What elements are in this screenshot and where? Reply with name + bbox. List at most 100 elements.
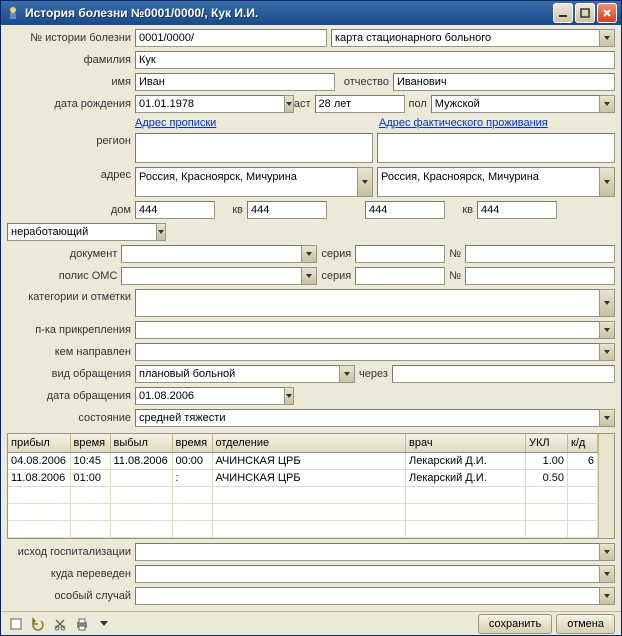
polis-seria-input[interactable] — [355, 267, 445, 285]
birth-date-dropdown-icon[interactable] — [284, 95, 294, 113]
table-cell: 6 — [568, 452, 598, 469]
patronymic-input[interactable] — [393, 73, 615, 91]
sex-dropdown-icon[interactable] — [599, 95, 615, 113]
grid-header[interactable]: выбыл — [110, 434, 172, 452]
visit-type-select[interactable] — [135, 365, 339, 383]
table-cell: 00:00 — [172, 452, 212, 469]
label-visit-type: вид обращения — [7, 368, 131, 380]
special-case-select[interactable] — [135, 587, 599, 605]
categories-input[interactable] — [135, 289, 599, 317]
address2-input[interactable]: Россия, Красноярск, Мичурина — [377, 167, 599, 197]
referred-by-dropdown-icon[interactable] — [599, 343, 615, 361]
label-surname: фамилия — [7, 54, 131, 66]
birth-date-input[interactable] — [135, 95, 284, 113]
undo-icon[interactable] — [29, 615, 47, 633]
grid-scrollbar[interactable] — [598, 434, 614, 538]
state-select[interactable] — [135, 409, 599, 427]
surname-input[interactable] — [135, 51, 615, 69]
employment-select[interactable] — [7, 223, 156, 241]
doc-seria-input[interactable] — [355, 245, 445, 263]
table-cell: 04.08.2006 — [8, 452, 70, 469]
maximize-button[interactable] — [575, 3, 595, 23]
history-no-input[interactable] — [135, 29, 327, 47]
document-dropdown-icon[interactable] — [301, 245, 317, 263]
visit-date-dropdown-icon[interactable] — [284, 387, 294, 405]
categories-dropdown-icon[interactable] — [599, 289, 615, 317]
close-button[interactable] — [597, 3, 617, 23]
label-house: дом — [7, 204, 131, 216]
polis-no-input[interactable] — [465, 267, 615, 285]
label-polis-no: № — [449, 270, 461, 282]
hosp-outcome-select[interactable] — [135, 543, 599, 561]
label-transferred: куда переведен — [7, 568, 131, 580]
visit-date-input[interactable] — [135, 387, 284, 405]
label-address: адрес — [7, 167, 131, 181]
transferred-select[interactable] — [135, 565, 599, 583]
window-title: История болезни №0001/0000/, Кук И.И. — [25, 6, 553, 20]
table-cell: АЧИНСКАЯ ЦРБ — [212, 469, 406, 486]
address1-input[interactable]: Россия, Красноярск, Мичурина — [135, 167, 357, 197]
special-case-dropdown-icon[interactable] — [599, 587, 615, 605]
table-row[interactable]: 04.08.200610:4511.08.200600:00АЧИНСКАЯ Ц… — [8, 452, 598, 469]
address1-dropdown-icon[interactable] — [357, 167, 373, 197]
doc-no-input[interactable] — [465, 245, 615, 263]
grid-header[interactable]: время — [70, 434, 110, 452]
house2-input[interactable] — [365, 201, 445, 219]
flat2-input[interactable] — [477, 201, 557, 219]
clinic-select[interactable] — [135, 321, 599, 339]
new-record-icon[interactable] — [7, 615, 25, 633]
grid-header[interactable]: УКЛ — [526, 434, 568, 452]
app-window: История болезни №0001/0000/, Кук И.И. № … — [0, 0, 622, 636]
card-type-select[interactable] — [331, 29, 599, 47]
expand-down-icon[interactable] — [95, 615, 113, 633]
form-content: № истории болезни фамилия имя отчество д… — [1, 25, 621, 611]
document-select[interactable] — [121, 245, 301, 263]
label-flat1: кв — [219, 204, 243, 216]
employment-dropdown-icon[interactable] — [156, 223, 166, 241]
referred-by-select[interactable] — [135, 343, 599, 361]
save-button[interactable]: сохранить — [478, 614, 552, 634]
region1-input[interactable] — [135, 133, 373, 163]
through-input[interactable] — [392, 365, 615, 383]
statusbar: сохранить отмена — [1, 611, 621, 635]
hosp-outcome-dropdown-icon[interactable] — [599, 543, 615, 561]
grid-header[interactable]: время — [172, 434, 212, 452]
label-doc-seria: серия — [321, 248, 351, 260]
age-input[interactable] — [315, 95, 405, 113]
cancel-button[interactable]: отмена — [556, 614, 615, 634]
table-cell: : — [172, 469, 212, 486]
grid-header[interactable]: отделение — [212, 434, 406, 452]
label-region: регион — [7, 133, 131, 147]
label-history-no: № истории болезни — [7, 32, 131, 44]
addr-fact-link[interactable]: Адрес фактического проживания — [379, 117, 615, 129]
movements-table[interactable]: прибылвремявыбылвремяотделениеврачУКЛк/д… — [8, 434, 598, 538]
label-patronymic: отчество — [339, 76, 389, 88]
grid-header[interactable]: прибыл — [8, 434, 70, 452]
clinic-dropdown-icon[interactable] — [599, 321, 615, 339]
polis-dropdown-icon[interactable] — [301, 267, 317, 285]
label-polis: полис ОМС — [7, 270, 117, 282]
grid-header[interactable]: врач — [406, 434, 526, 452]
table-cell: 0.50 — [526, 469, 568, 486]
table-row-empty — [8, 486, 598, 503]
visit-type-dropdown-icon[interactable] — [339, 365, 355, 383]
addr-reg-link[interactable]: Адрес прописки — [135, 117, 371, 129]
flat1-input[interactable] — [247, 201, 327, 219]
print-icon[interactable] — [73, 615, 91, 633]
name-input[interactable] — [135, 73, 335, 91]
label-categories: категории и отметки — [7, 289, 131, 303]
transferred-dropdown-icon[interactable] — [599, 565, 615, 583]
grid-header[interactable]: к/д — [568, 434, 598, 452]
card-type-dropdown-icon[interactable] — [599, 29, 615, 47]
house1-input[interactable] — [135, 201, 215, 219]
polis-select[interactable] — [121, 267, 301, 285]
sex-select[interactable] — [431, 95, 599, 113]
label-special-case: особый случай — [7, 590, 131, 602]
address2-dropdown-icon[interactable] — [599, 167, 615, 197]
cut-icon[interactable] — [51, 615, 69, 633]
state-dropdown-icon[interactable] — [599, 409, 615, 427]
table-cell — [568, 469, 598, 486]
region2-input[interactable] — [377, 133, 615, 163]
table-row[interactable]: 11.08.200601:00:АЧИНСКАЯ ЦРБЛекарский Д.… — [8, 469, 598, 486]
minimize-button[interactable] — [553, 3, 573, 23]
